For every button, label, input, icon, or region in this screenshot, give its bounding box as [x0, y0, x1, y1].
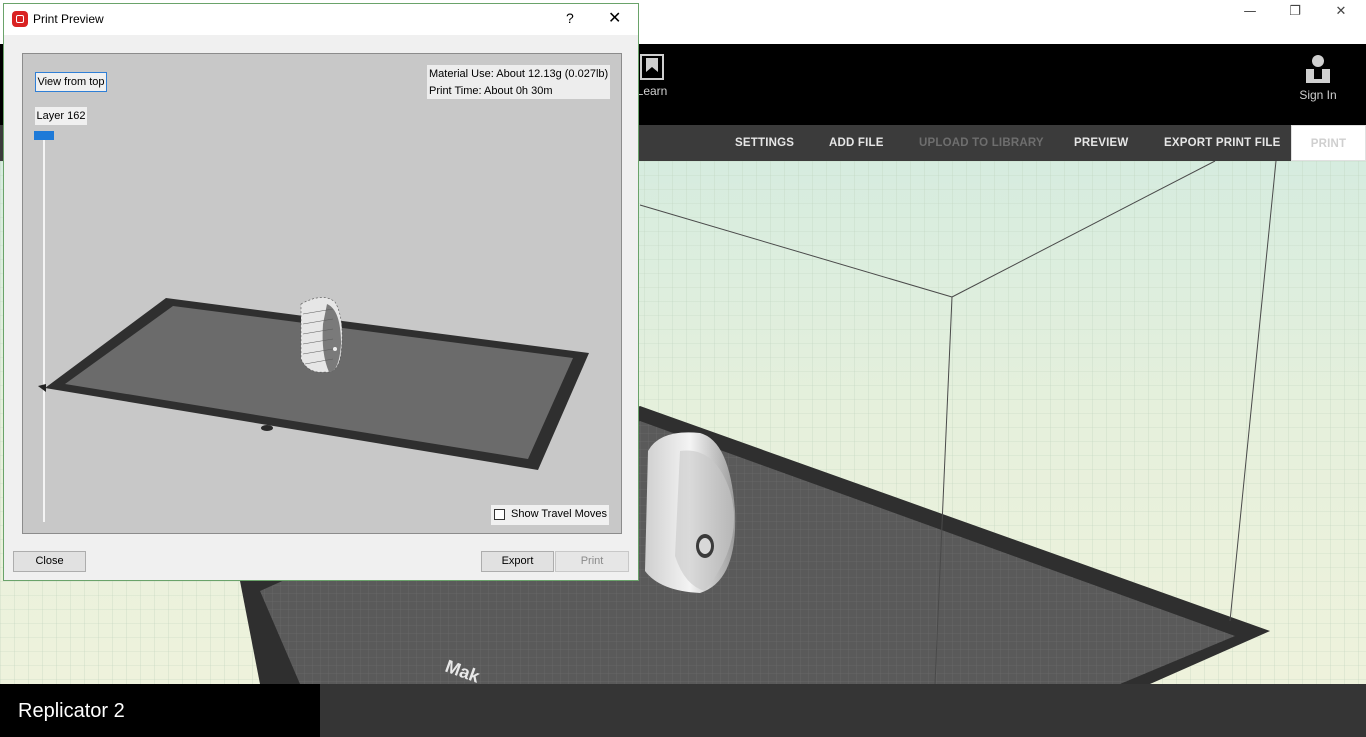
- close-button[interactable]: Close: [13, 551, 86, 572]
- restore-icon: ❐: [1289, 3, 1301, 19]
- sign-in-nav[interactable]: Sign In: [1292, 54, 1344, 102]
- export-button[interactable]: Export: [481, 551, 554, 572]
- print-button[interactable]: PRINT: [1291, 125, 1366, 161]
- upload-to-library-button[interactable]: UPLOAD TO LIBRARY: [919, 125, 1044, 161]
- restore-button[interactable]: ❐: [1272, 0, 1318, 22]
- show-travel-moves-option[interactable]: Show Travel Moves: [491, 505, 609, 525]
- minimize-icon: —: [1243, 3, 1257, 19]
- sign-in-label: Sign In: [1299, 88, 1337, 102]
- add-file-button[interactable]: ADD FILE: [829, 125, 884, 161]
- dialog-close-icon[interactable]: ✕: [608, 8, 621, 27]
- help-button[interactable]: ?: [566, 10, 574, 26]
- dialog-title: Print Preview: [33, 12, 104, 26]
- dialog-titlebar[interactable]: Print Preview ? ✕: [4, 4, 638, 35]
- bookmark-icon: [640, 54, 664, 80]
- export-print-file-button[interactable]: EXPORT PRINT FILE: [1164, 125, 1281, 161]
- print-preview-dialog: Print Preview ? ✕ View from top Layer 16…: [3, 3, 639, 581]
- layer-preview-viewport[interactable]: View from top Layer 162 Material Use: Ab…: [22, 53, 622, 534]
- settings-button[interactable]: SETTINGS: [735, 125, 794, 161]
- close-window-button[interactable]: ✕: [1318, 0, 1364, 22]
- makerbot-app-icon: [12, 11, 28, 27]
- printer-status-bar[interactable]: Replicator 2: [0, 684, 320, 737]
- show-travel-moves-checkbox[interactable]: [494, 509, 505, 520]
- minimize-button[interactable]: —: [1227, 0, 1273, 22]
- toolpath-preview: [38, 297, 589, 470]
- learn-label: Learn: [636, 84, 668, 98]
- footer-bar: [320, 684, 1366, 737]
- preview-button[interactable]: PREVIEW: [1074, 125, 1128, 161]
- show-travel-moves-label: Show Travel Moves: [511, 508, 607, 520]
- close-icon: ✕: [1335, 3, 1347, 19]
- printer-name: Replicator 2: [18, 700, 125, 722]
- user-icon: [1306, 55, 1330, 83]
- print-dialog-button[interactable]: Print: [555, 551, 629, 572]
